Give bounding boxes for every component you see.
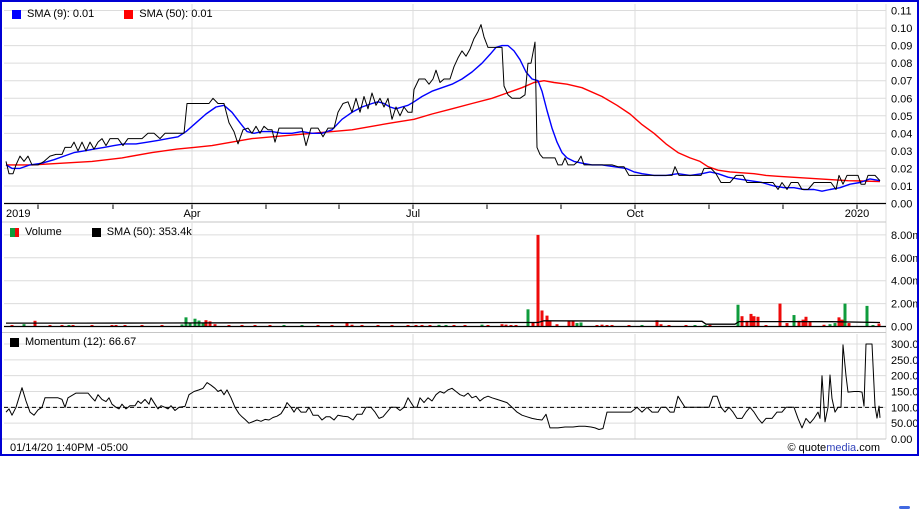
svg-text:0.03: 0.03 xyxy=(891,146,912,158)
quote-timestamp: 01/14/20 1:40PM -05:00 xyxy=(10,442,129,454)
momentum-legend-label: Momentum (12): 66.67 xyxy=(25,336,137,348)
svg-text:6.00m: 6.00m xyxy=(891,253,917,265)
sma50-swatch-icon xyxy=(124,9,134,19)
svg-text:0.02: 0.02 xyxy=(891,163,912,175)
sma50-legend-label: SMA (50): 0.01 xyxy=(139,8,213,20)
volume-legend-label: Volume xyxy=(25,226,62,238)
price-panel-legend: SMA (9): 0.01 SMA (50): 0.01 xyxy=(12,8,239,20)
svg-text:0.07: 0.07 xyxy=(891,76,912,88)
momentum-swatch-icon xyxy=(10,337,19,347)
svg-text:2019: 2019 xyxy=(6,208,30,220)
scroll-thumb-dash xyxy=(899,506,910,509)
volume-legend-item: Volume xyxy=(10,226,62,238)
quotemedia-copyright-link[interactable]: © quotemedia.com xyxy=(787,442,880,454)
stock-chart-frame: 0.00 0.01 0.02 0.03 0.04 0.05 0.06 0.07 0.08 0.09… xyxy=(0,0,919,456)
svg-text:0.11: 0.11 xyxy=(891,6,912,18)
volume-swatch-icon xyxy=(10,227,19,237)
svg-text:8.00m: 8.00m xyxy=(891,230,917,242)
svg-text:250.00: 250.00 xyxy=(891,355,917,367)
svg-text:300.00: 300.00 xyxy=(891,339,917,351)
svg-text:2020: 2020 xyxy=(845,208,869,220)
volume-sma-swatch-icon xyxy=(91,227,101,237)
sma9-legend-item: SMA (9): 0.01 xyxy=(12,8,94,20)
volume-sma-legend-label: SMA (50): 353.4k xyxy=(106,226,192,238)
svg-text:Oct: Oct xyxy=(626,208,643,220)
momentum-panel-legend: Momentum (12): 66.67 xyxy=(10,336,162,348)
page: 0.00 0.01 0.02 0.03 0.04 0.05 0.06 0.07 0.08 0.09… xyxy=(0,0,919,517)
volume-sma-legend-item: SMA (50): 353.4k xyxy=(91,226,192,238)
svg-text:0.00: 0.00 xyxy=(891,434,912,446)
svg-text:0.08: 0.08 xyxy=(891,58,912,70)
svg-text:150.00: 150.00 xyxy=(891,386,917,398)
svg-text:2.00m: 2.00m xyxy=(891,299,917,311)
sma50-legend-item: SMA (50): 0.01 xyxy=(124,8,213,20)
svg-text:0.09: 0.09 xyxy=(891,41,912,53)
sma9-legend-label: SMA (9): 0.01 xyxy=(27,8,95,20)
sma9-swatch-icon xyxy=(12,9,21,19)
svg-text:100.00: 100.00 xyxy=(891,402,917,414)
svg-text:0.01: 0.01 xyxy=(891,181,912,193)
svg-text:4.00m: 4.00m xyxy=(891,276,917,288)
copyright-suffix: .com xyxy=(856,442,880,454)
momentum-legend-item: Momentum (12): 66.67 xyxy=(10,336,136,348)
svg-text:0.05: 0.05 xyxy=(891,111,912,123)
svg-text:0.06: 0.06 xyxy=(891,93,912,105)
svg-text:0.04: 0.04 xyxy=(891,128,912,140)
svg-text:Apr: Apr xyxy=(183,208,200,220)
copyright-brand: media xyxy=(826,442,857,454)
svg-text:Jul: Jul xyxy=(406,208,420,220)
copyright-prefix: © quote xyxy=(787,442,827,454)
svg-text:0.00: 0.00 xyxy=(891,322,912,334)
svg-text:200.00: 200.00 xyxy=(891,371,917,383)
volume-panel-legend: Volume SMA (50): 353.4k xyxy=(10,226,218,238)
svg-text:0.10: 0.10 xyxy=(891,23,912,35)
svg-text:0.00: 0.00 xyxy=(891,199,912,211)
svg-text:50.00: 50.00 xyxy=(891,418,917,430)
